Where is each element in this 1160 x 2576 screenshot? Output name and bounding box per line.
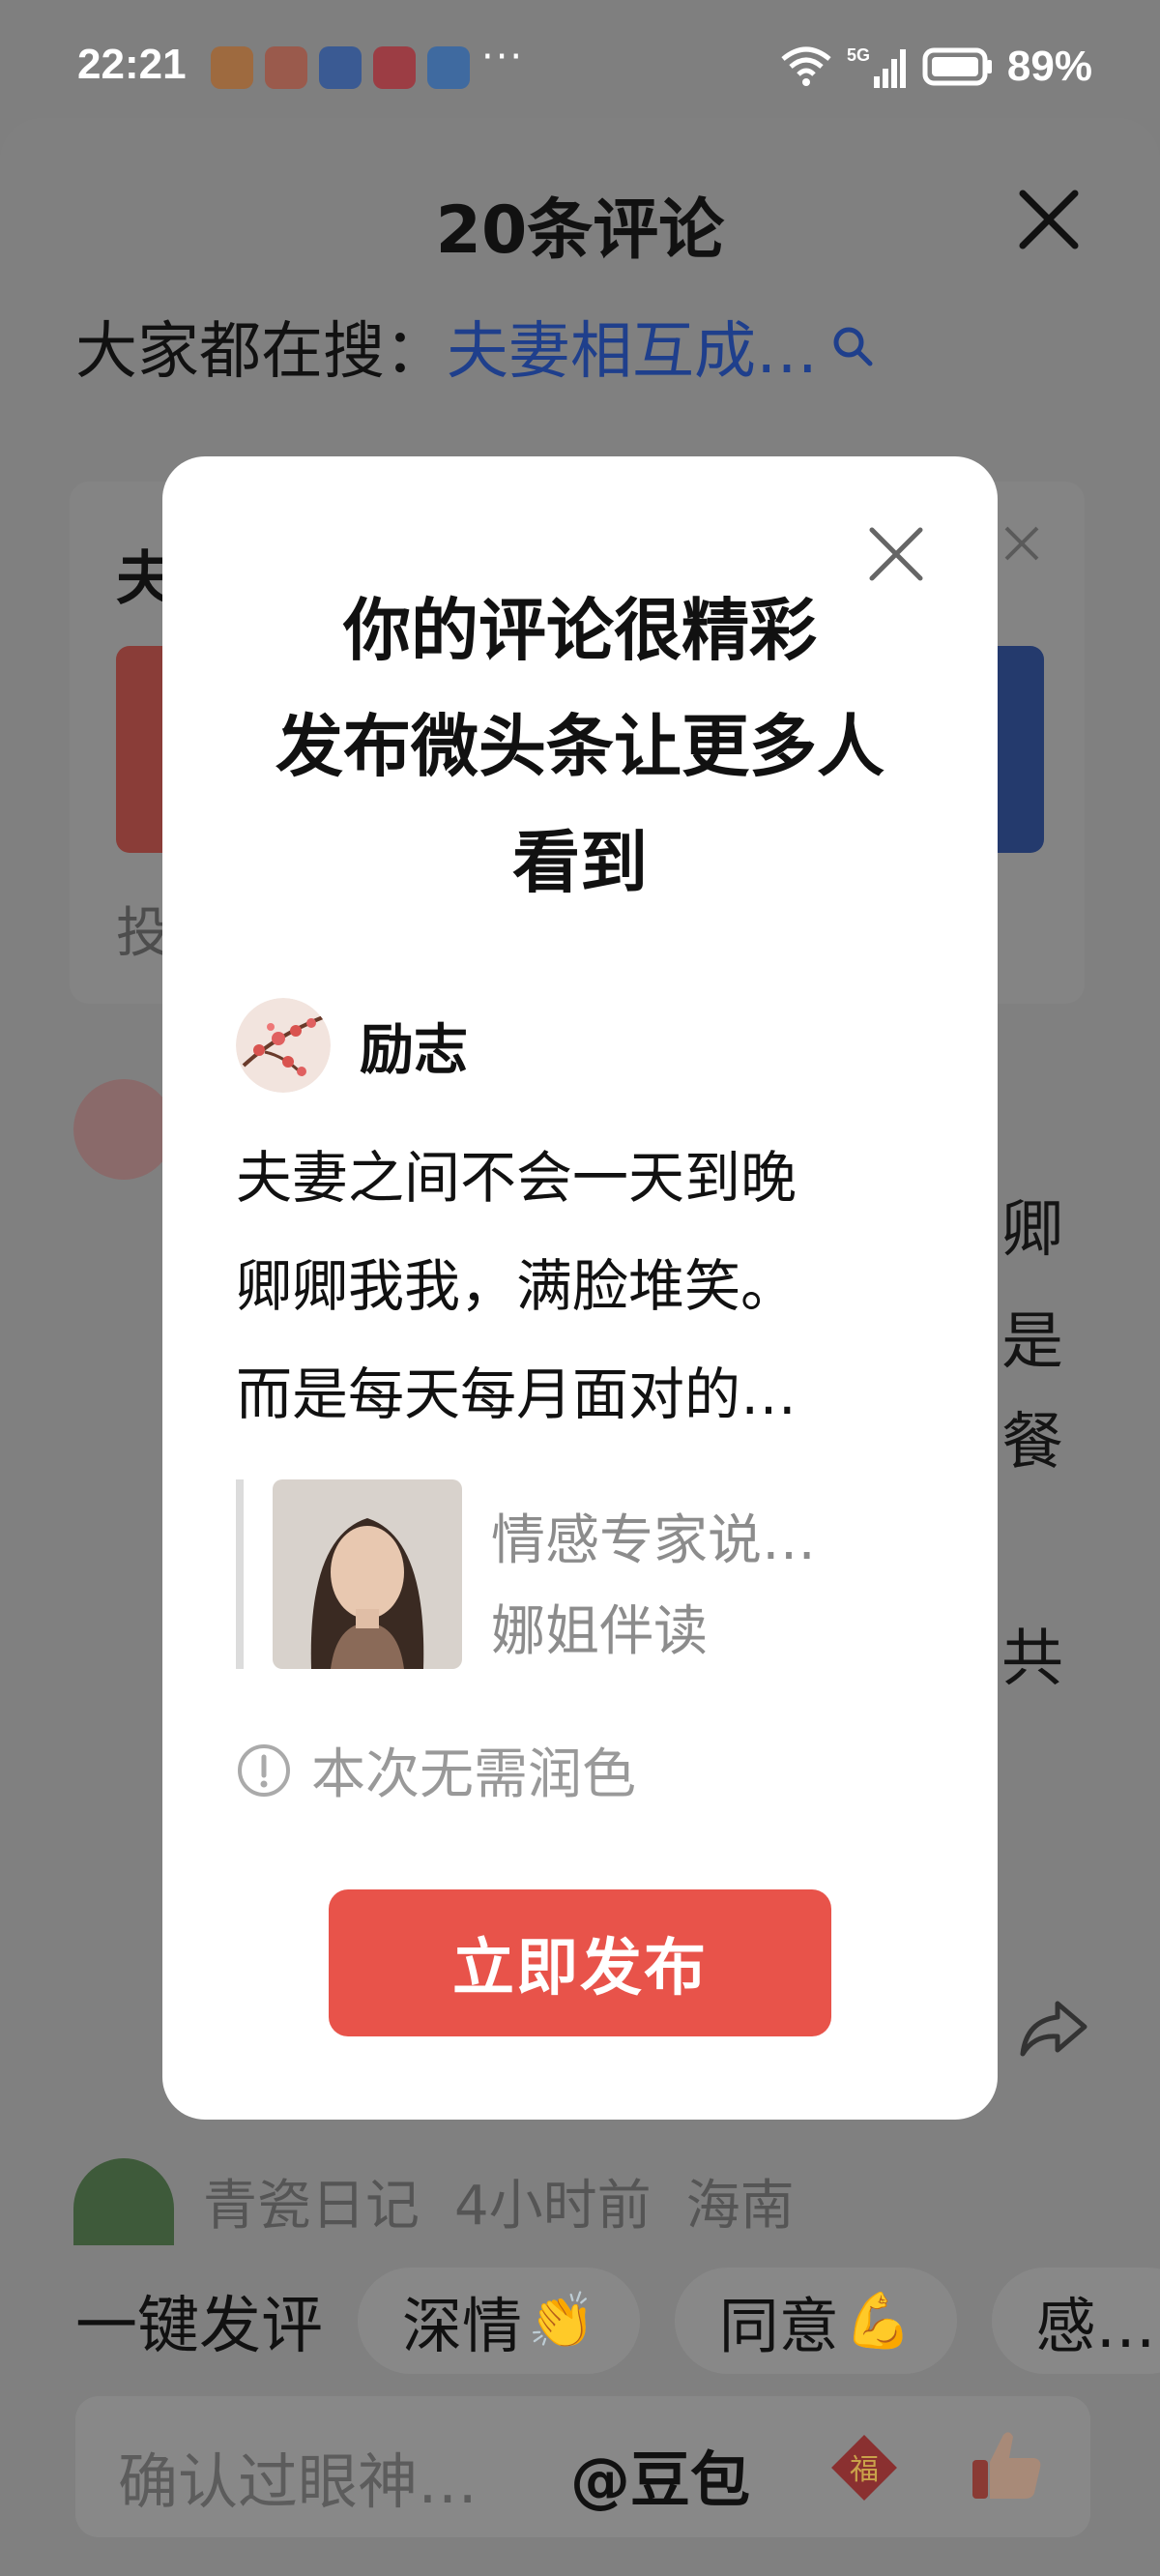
quick-reply-chip[interactable]: 同意 💪 (674, 2268, 957, 2374)
chip-label: 深情 (402, 2291, 523, 2361)
comment-location: 海南 (685, 2175, 795, 2238)
status-indicators: 5G 89% (779, 43, 1092, 91)
author-name: 励志 (360, 1018, 468, 1082)
dialog-title: 你的评论很精彩 发布微头条让更多人 看到 (162, 572, 998, 921)
post-line: 夫妻之间不会一天到晚 (236, 1145, 798, 1211)
post-preview-text: 夫妻之间不会一天到晚 卿卿我我，满脸堆笑。 而是每天每月面对的… (236, 1124, 951, 1449)
dialog-title-line: 你的评论很精彩 (343, 591, 817, 670)
avatar (236, 998, 331, 1093)
status-bar: 22:21 ··· 5G 89% (0, 0, 1160, 126)
chip-label: 同意 (718, 2291, 839, 2361)
post-line: 而是每天每月面对的… (236, 1361, 798, 1427)
video-app-icon (373, 46, 416, 89)
fu-blessing-icon[interactable]: 福 (826, 2429, 903, 2506)
promo-card-button-blue[interactable] (996, 646, 1044, 853)
muscle-icon: 💪 (844, 2290, 913, 2353)
article-author: 娜姐伴读 (491, 1600, 708, 1663)
trending-search-query[interactable]: 夫妻相互成… (447, 302, 818, 391)
quick-reply-label: 一键发评 (75, 2291, 323, 2362)
app-market-icon (319, 46, 362, 89)
health-app-icon (211, 46, 253, 89)
battery-percentage: 89% (1006, 43, 1092, 90)
quick-reply-row: 一键发评 深情 👏 同意 💪 感… (0, 2263, 1160, 2379)
wifi-icon (781, 46, 831, 86)
trending-search-label: 大家都在搜： (75, 316, 447, 388)
comment-text-fragment: 共 (1001, 1624, 1063, 1695)
thumbs-up-icon[interactable] (965, 2423, 1048, 2506)
cellular-signal-icon: 5G (847, 45, 906, 88)
sheet-title: 20条评论 (435, 192, 725, 269)
comment-text-fragment: 餐 (1001, 1407, 1063, 1478)
share-icon[interactable] (1015, 1990, 1092, 2067)
quoted-article: 情感专家说… 娜姐伴读 (236, 1479, 913, 1669)
publish-now-button[interactable]: 立即发布 (329, 1889, 831, 2036)
close-icon[interactable] (1000, 522, 1043, 565)
battery-icon (922, 47, 992, 86)
comment-text-fragment: 卿 (1001, 1194, 1063, 1266)
publish-dialog: 你的评论很精彩 发布微头条让更多人 看到 励志 夫妻之间不会一天到晚 卿卿我我，… (162, 456, 998, 2120)
article-title: 情感专家说… (491, 1509, 816, 1572)
comment-meta: 青瓷日记 4小时前 海南 (203, 2162, 795, 2240)
quick-reply-chip[interactable]: 深情 👏 (358, 2268, 640, 2374)
comment-input-bar[interactable]: 确认过眼神… @豆包 福 (75, 2396, 1090, 2537)
info-icon (238, 1743, 290, 1797)
trending-search[interactable]: 大家都在搜： 夫妻相互成… (75, 302, 876, 391)
avatar[interactable] (73, 1079, 174, 1180)
svg-text:5G: 5G (847, 45, 870, 65)
status-app-icons (211, 46, 470, 89)
dialog-title-line: 发布微头条让更多人 (276, 707, 884, 786)
close-icon[interactable] (1015, 186, 1083, 253)
search-icon[interactable] (829, 323, 876, 369)
article-thumbnail (273, 1479, 462, 1669)
comment-input-placeholder[interactable]: 确认过眼神… (118, 2433, 478, 2520)
comment-time: 4小时前 (454, 2175, 652, 2238)
notes-app-icon (427, 46, 470, 89)
cartoon-app-icon (265, 46, 307, 89)
dialog-title-line: 看到 (512, 823, 648, 902)
quick-reply-chip[interactable]: 感… (991, 2268, 1160, 2374)
mention-doubao-button[interactable]: @豆包 (570, 2431, 750, 2518)
comment-author[interactable]: 青瓷日记 (203, 2162, 420, 2240)
clap-icon: 👏 (528, 2290, 595, 2353)
author-row: 励志 (236, 998, 468, 1093)
chip-label: 感… (1035, 2291, 1156, 2361)
polish-notice: 本次无需润色 (236, 1731, 636, 1809)
status-more: ··· (481, 35, 525, 79)
polish-notice-text: 本次无需润色 (311, 1743, 636, 1806)
comment-text-fragment: 是 (1001, 1306, 1063, 1378)
status-time: 22:21 (77, 41, 187, 88)
post-line: 卿卿我我，满脸堆笑。 (236, 1253, 798, 1319)
fu-char: 福 (850, 2453, 879, 2487)
